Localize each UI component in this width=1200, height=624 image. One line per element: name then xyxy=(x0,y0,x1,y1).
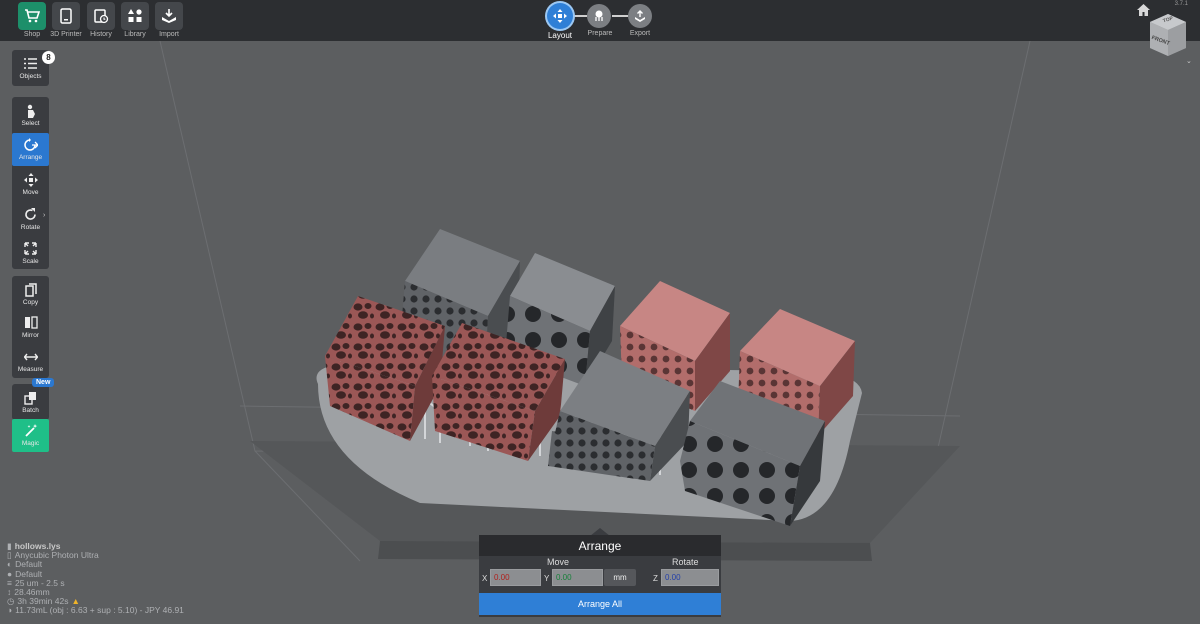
move-y-input[interactable]: 0.00 xyxy=(552,569,603,586)
measure-icon xyxy=(23,353,38,360)
tool-select-label: Select xyxy=(21,120,40,127)
tool-mirror[interactable]: Mirror xyxy=(12,311,49,344)
x-label: X xyxy=(482,574,488,583)
import-icon xyxy=(162,9,176,23)
cart-icon xyxy=(25,9,40,23)
arrange-icon xyxy=(24,137,38,151)
move-icon xyxy=(23,172,38,187)
tool-select[interactable]: Select xyxy=(12,99,49,132)
step-prepare[interactable] xyxy=(587,4,611,28)
tool-mirror-label: Mirror xyxy=(22,332,39,339)
objects-label: Objects xyxy=(19,73,42,80)
list-icon xyxy=(24,58,37,69)
tool-scale[interactable]: Scale xyxy=(12,237,49,270)
tool-move-label: Move xyxy=(22,189,39,196)
step-export-label: Export xyxy=(629,30,651,37)
print-info-panel: ▮ hollows.lys ▯ Anycubic Photon Ultra ◐ Def… xyxy=(7,541,184,616)
step-layout[interactable] xyxy=(547,3,573,29)
tool-batch[interactable]: Batch xyxy=(12,386,49,419)
tool-copy[interactable]: Copy xyxy=(12,278,49,311)
batch-icon xyxy=(23,391,36,405)
y-label: Y xyxy=(544,574,550,583)
tool-move[interactable]: Move xyxy=(12,168,49,201)
select-icon xyxy=(27,104,35,118)
arrange-panel-title: Arrange xyxy=(479,535,721,556)
rotate-icon xyxy=(25,208,36,220)
version-label: 3.7.1 xyxy=(1174,1,1188,7)
tool-arrange[interactable]: Arrange xyxy=(12,133,49,166)
tool-magic[interactable]: Magic xyxy=(12,419,49,452)
rotate-heading: Rotate xyxy=(672,557,699,567)
tool-measure-label: Measure xyxy=(17,366,44,373)
move-x-input[interactable]: 0.00 xyxy=(490,569,541,586)
tool-arrange-label: Arrange xyxy=(18,154,43,161)
history-icon xyxy=(94,9,109,24)
3d-printer-button[interactable] xyxy=(52,2,80,30)
magic-wand-icon xyxy=(24,423,37,437)
printer-icon xyxy=(60,8,72,24)
volume-cost: 11.73mL (obj : 6.63 + sup : 5.10) - JPY … xyxy=(15,605,184,616)
move-heading: Move xyxy=(547,557,570,567)
library-button[interactable] xyxy=(121,2,149,30)
tool-rotate[interactable]: Rotate xyxy=(12,203,49,236)
unit-selector[interactable]: mm xyxy=(604,569,636,586)
step-export[interactable] xyxy=(628,4,652,28)
z-label: Z xyxy=(653,574,658,583)
shop-button[interactable] xyxy=(18,2,46,30)
step-connector xyxy=(612,15,628,17)
objects-count-badge: 8 xyxy=(42,51,55,64)
tool-magic-label: Magic xyxy=(21,440,40,447)
tool-scale-label: Scale xyxy=(22,258,39,265)
arrange-all-button[interactable]: Arrange All xyxy=(479,593,721,615)
step-connector xyxy=(573,15,587,17)
new-badge: New xyxy=(32,378,55,387)
copy-icon xyxy=(24,282,37,297)
tool-measure[interactable]: Measure xyxy=(12,345,49,378)
mirror-icon xyxy=(24,316,38,329)
history-button[interactable] xyxy=(87,2,115,30)
rotate-expand-chevron-icon[interactable]: › xyxy=(43,212,45,219)
arrange-panel: Arrange Move Rotate X 0.00 Y 0.00 mm Z 0… xyxy=(479,535,721,617)
move-arrows-icon xyxy=(553,9,567,23)
library-icon xyxy=(128,9,142,22)
support-icon xyxy=(595,10,603,21)
volume-icon: ◑ xyxy=(7,605,13,616)
import-button[interactable] xyxy=(155,2,183,30)
tool-copy-label: Copy xyxy=(22,299,39,306)
top-toolbar: Shop 3D Printer History Library Import L… xyxy=(0,0,1200,41)
tool-batch-label: Batch xyxy=(22,407,39,414)
tool-rotate-label: Rotate xyxy=(20,224,41,231)
import-label: Import xyxy=(159,31,179,38)
scale-icon xyxy=(24,242,37,255)
export-icon xyxy=(635,10,645,22)
rotate-z-input[interactable]: 0.00 xyxy=(661,569,719,586)
